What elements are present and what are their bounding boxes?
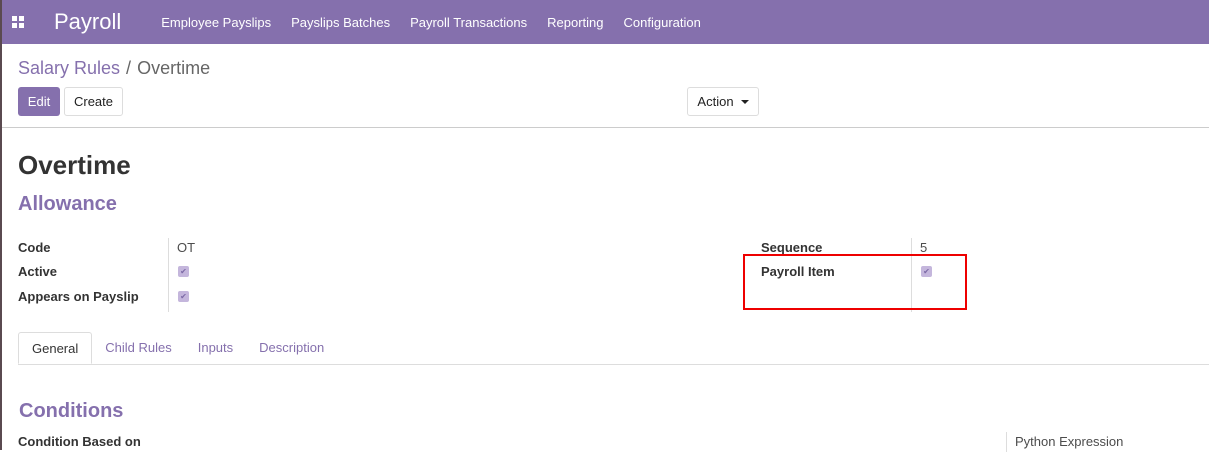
record-title: Overtime (18, 150, 131, 180)
notebook-tabs: General Child Rules Inputs Description (18, 332, 1209, 365)
create-button[interactable]: Create (64, 87, 123, 116)
top-navbar: Payroll Employee Payslips Payslips Batch… (2, 0, 1209, 44)
record-category: Allowance (18, 193, 117, 215)
sequence-label: Sequence (761, 240, 823, 255)
control-panel: Salary Rules / Overtime Edit Create Action (2, 44, 1209, 128)
sequence-value: 5 (920, 240, 928, 255)
code-value: OT (177, 240, 196, 255)
breadcrumb-parent[interactable]: Salary Rules (18, 58, 120, 78)
breadcrumb-separator: / (126, 58, 132, 78)
menu-payslips-batches[interactable]: Payslips Batches (291, 15, 390, 30)
menu-payroll-transactions[interactable]: Payroll Transactions (410, 15, 527, 30)
tab-description[interactable]: Description (246, 332, 337, 364)
divider (1006, 432, 1007, 452)
breadcrumb: Salary Rules / Overtime (18, 58, 210, 79)
apps-grid-icon[interactable] (12, 16, 26, 28)
active-label: Active (18, 264, 58, 279)
edit-button[interactable]: Edit (18, 87, 60, 116)
menu-reporting[interactable]: Reporting (547, 15, 603, 30)
breadcrumb-current: Overtime (137, 58, 211, 78)
tab-general[interactable]: General (18, 332, 93, 364)
code-label: Code (18, 240, 51, 255)
condition-based-on-label: Condition Based on (18, 434, 141, 449)
appears-on-payslip-checkbox[interactable]: ✔ (178, 291, 189, 302)
condition-based-on-value[interactable]: Python Expression (1015, 434, 1123, 449)
app-brand[interactable]: Payroll (54, 9, 121, 35)
appears-on-payslip-label: Appears on Payslip (18, 289, 139, 304)
highlight-box (743, 254, 967, 310)
tab-child-rules[interactable]: Child Rules (92, 332, 184, 364)
action-label: Action (697, 94, 734, 109)
caret-down-icon (740, 99, 749, 104)
active-checkbox[interactable]: ✔ (178, 266, 189, 277)
conditions-heading: Conditions (19, 400, 124, 422)
menu-configuration[interactable]: Configuration (624, 15, 701, 30)
action-dropdown[interactable]: Action (687, 87, 759, 116)
menu-employee-payslips[interactable]: Employee Payslips (161, 15, 271, 30)
tab-inputs[interactable]: Inputs (185, 332, 246, 364)
divider (168, 238, 169, 312)
